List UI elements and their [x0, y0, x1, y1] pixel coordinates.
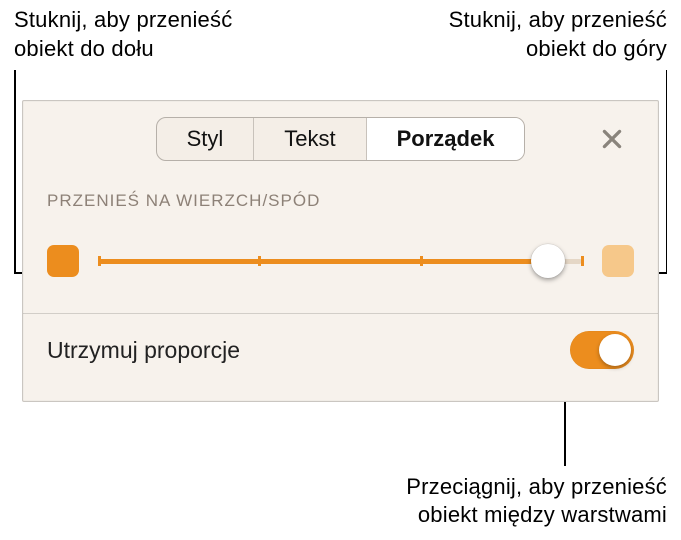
send-to-back-button[interactable] [47, 245, 79, 277]
slider-tick [420, 256, 423, 266]
keep-proportions-label: Utrzymuj proporcje [47, 337, 240, 364]
callout-move-front: Stuknij, aby przenieść obiekt do góry [367, 6, 667, 63]
leader-line [666, 70, 668, 273]
slider-tick [258, 256, 261, 266]
section-label-layer: PRZENIEŚ NA WIERZCH/SPÓD [47, 191, 634, 211]
leader-line [14, 70, 16, 273]
layer-slider[interactable] [99, 241, 582, 281]
format-panel: Styl Tekst Porządek PRZENIEŚ NA WIERZCH/… [22, 100, 659, 402]
close-button[interactable] [590, 117, 634, 161]
callout-move-back: Stuknij, aby przenieść obiekt do dołu [14, 6, 314, 63]
bring-to-front-button[interactable] [602, 245, 634, 277]
tab-text[interactable]: Tekst [254, 118, 366, 160]
slider-fill [99, 259, 548, 264]
tab-style[interactable]: Styl [157, 118, 255, 160]
tab-order[interactable]: Porządek [367, 118, 525, 160]
close-icon [599, 126, 625, 152]
slider-tick [581, 256, 584, 266]
segmented-control: Styl Tekst Porządek [156, 117, 526, 161]
slider-thumb[interactable] [531, 244, 565, 278]
callout-drag-layers: Przeciągnij, aby przenieść obiekt między… [267, 473, 667, 530]
switch-knob [599, 334, 631, 366]
slider-tick [98, 256, 101, 266]
keep-proportions-toggle[interactable] [570, 331, 634, 369]
